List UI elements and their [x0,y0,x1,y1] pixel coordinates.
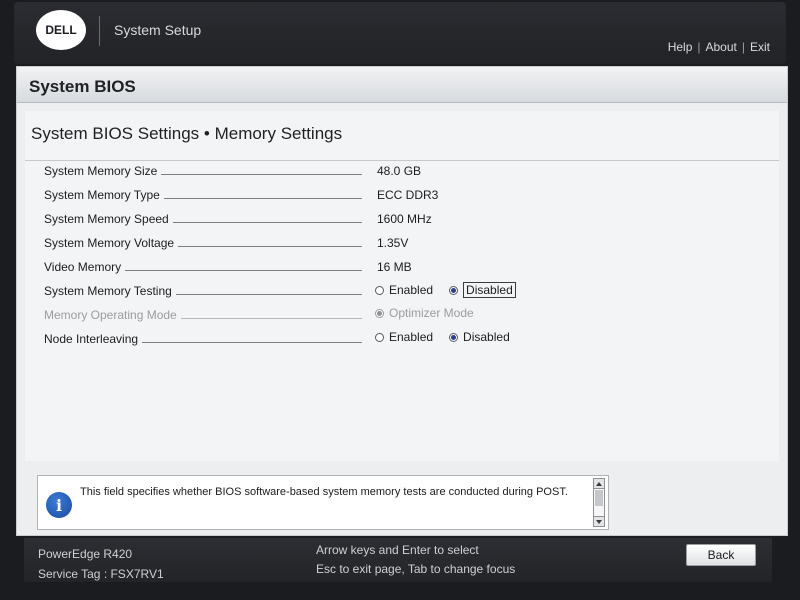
help-text: This field specifies whether BIOS softwa… [80,486,568,498]
radio-label: Disabled [463,282,516,298]
page-title: System BIOS Settings • Memory Settings [31,124,343,143]
setting-row-memory-voltage: System Memory Voltage 1.35V [25,233,779,255]
memory-testing-radio-group: Enabled Disabled [375,282,532,298]
memory-testing-enabled-radio[interactable]: Enabled [375,283,433,297]
setting-label: Video Memory [44,260,126,274]
about-link[interactable]: About [706,40,737,54]
operating-mode-radio-group: Optimizer Mode [375,306,490,320]
footer-bar: PowerEdge R420 Service Tag : FSX7RV1 Arr… [24,538,772,582]
setting-row-node-interleaving: Node Interleaving Enabled Disabled [25,329,779,351]
main-panel: System BIOS System BIOS Settings • Memor… [16,66,788,536]
optimizer-mode-radio: Optimizer Mode [375,306,474,320]
scroll-thumb[interactable] [595,490,603,506]
memory-testing-disabled-radio[interactable]: Disabled [449,282,516,298]
radio-label: Disabled [463,330,510,344]
radio-label: Enabled [389,330,434,344]
key-hints: Arrow keys and Enter to select Esc to ex… [316,541,515,579]
setting-label: System Memory Voltage [44,236,179,250]
setting-label: System Memory Size [44,164,162,178]
setting-row-memory-operating-mode: Memory Operating Mode Optimizer Mode [25,305,779,327]
setting-row-memory-testing: System Memory Testing Enabled Disabled [25,281,779,303]
logo-text: DELL [45,23,77,37]
link-separator: | [697,40,701,54]
setting-row-memory-type: System Memory Type ECC DDR3 [25,185,779,207]
top-links: Help | About | Exit [668,40,770,54]
setting-value: 1600 MHz [377,212,432,226]
radio-dot [375,308,384,318]
setting-value: 1.35V [377,236,409,250]
radio-dot [449,332,459,342]
dell-logo: DELL [36,10,86,50]
radio-dot [375,332,384,342]
scroll-down-arrow-icon[interactable] [594,516,604,526]
setting-label: System Memory Type [44,188,164,202]
setting-value: 16 MB [377,260,412,274]
model-name: PowerEdge R420 [38,547,133,561]
key-hint-exit: Esc to exit page, Tab to change focus [316,562,516,576]
setting-value: ECC DDR3 [377,188,439,202]
help-link[interactable]: Help [668,40,693,54]
app-title: System Setup [114,22,202,38]
setting-label: Node Interleaving [44,332,143,346]
setting-label: Memory Operating Mode [44,308,181,322]
top-header: DELL System Setup Help | About | Exit [14,2,786,64]
exit-link[interactable]: Exit [750,40,770,54]
settings-content: System BIOS Settings • Memory Settings S… [25,111,779,461]
section-title: System BIOS [29,77,136,96]
system-info: PowerEdge R420 Service Tag : FSX7RV1 [38,544,164,584]
node-interleaving-enabled-radio[interactable]: Enabled [375,330,433,344]
setting-row-video-memory: Video Memory 16 MB [25,257,779,279]
radio-dot [375,285,384,295]
service-tag: Service Tag : FSX7RV1 [38,567,164,581]
setting-value: 48.0 GB [377,164,422,178]
setting-row-memory-speed: System Memory Speed 1600 MHz [25,209,779,231]
radio-label: Enabled [389,283,434,297]
help-panel: i This field specifies whether BIOS soft… [37,475,609,530]
info-icon: i [46,492,72,518]
key-hint-select: Arrow keys and Enter to select [316,543,479,557]
section-header: System BIOS [17,67,787,103]
link-separator: | [741,40,745,54]
setting-label: System Memory Speed [44,212,173,226]
setting-label: System Memory Testing [44,284,176,298]
header-divider [99,16,100,46]
help-scrollbar[interactable] [593,478,605,527]
node-interleaving-disabled-radio[interactable]: Disabled [449,330,510,344]
back-button[interactable]: Back [686,544,756,566]
scroll-up-arrow-icon[interactable] [594,479,604,489]
radio-label: Optimizer Mode [389,306,474,320]
setting-row-memory-size: System Memory Size 48.0 GB [25,161,779,183]
radio-dot [449,285,459,295]
node-interleaving-radio-group: Enabled Disabled [375,330,526,344]
